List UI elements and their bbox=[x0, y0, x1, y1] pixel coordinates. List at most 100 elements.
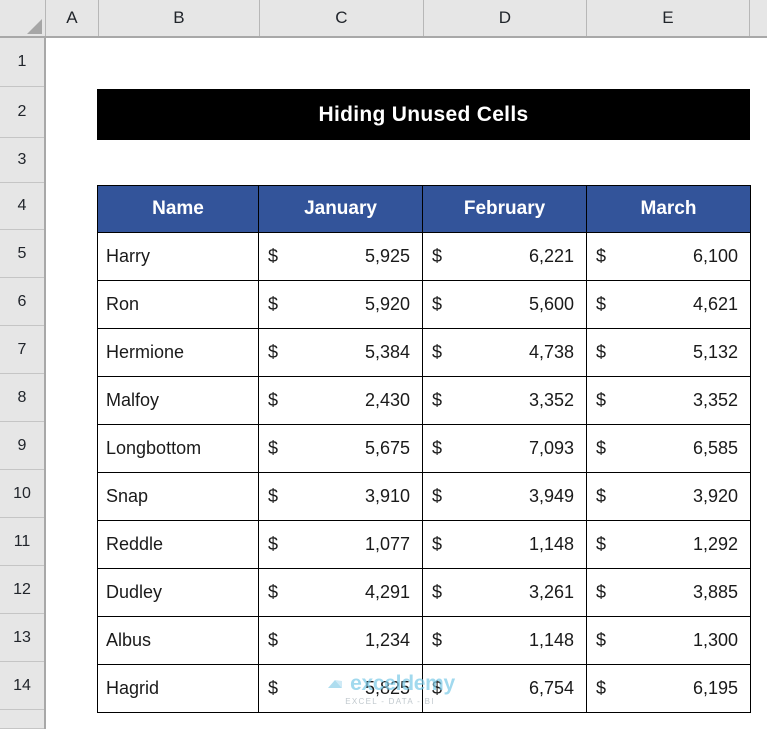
cell-january[interactable]: $5,825 bbox=[258, 664, 423, 713]
cell-name[interactable]: Ron bbox=[97, 280, 259, 329]
cell-january[interactable]: $1,077 bbox=[258, 520, 423, 569]
cell-march[interactable]: $6,100 bbox=[586, 232, 751, 281]
currency-symbol: $ bbox=[432, 246, 443, 266]
currency-symbol: $ bbox=[268, 246, 279, 266]
table-row[interactable]: Snap $3,910 $3,949 $3,920 bbox=[97, 472, 751, 521]
cell-name[interactable]: Hagrid bbox=[97, 664, 259, 713]
cell-january[interactable]: $5,920 bbox=[258, 280, 423, 329]
cell-march[interactable]: $6,585 bbox=[586, 424, 751, 473]
currency-symbol: $ bbox=[596, 678, 607, 698]
currency-symbol: $ bbox=[268, 390, 279, 410]
row-header-3[interactable]: 3 bbox=[0, 138, 44, 183]
amount-value: 3,261 bbox=[528, 582, 574, 602]
currency-symbol: $ bbox=[268, 582, 279, 602]
table-row[interactable]: Longbottom $5,675 $7,093 $6,585 bbox=[97, 424, 751, 473]
column-header-name[interactable]: Name bbox=[97, 185, 259, 233]
column-header-february[interactable]: February bbox=[422, 185, 587, 233]
cell-march[interactable]: $3,885 bbox=[586, 568, 751, 617]
column-header-b[interactable]: B bbox=[99, 0, 260, 36]
cell-january[interactable]: $2,430 bbox=[258, 376, 423, 425]
currency-symbol: $ bbox=[596, 438, 607, 458]
cell-january[interactable]: $5,925 bbox=[258, 232, 423, 281]
cell-march[interactable]: $1,300 bbox=[586, 616, 751, 665]
cell-name[interactable]: Snap bbox=[97, 472, 259, 521]
row-header-13[interactable]: 13 bbox=[0, 614, 44, 662]
cell-february[interactable]: $1,148 bbox=[422, 520, 587, 569]
table-row[interactable]: Reddle $1,077 $1,148 $1,292 bbox=[97, 520, 751, 569]
cell-name[interactable]: Longbottom bbox=[97, 424, 259, 473]
cell-name[interactable]: Malfoy bbox=[97, 376, 259, 425]
column-header-march[interactable]: March bbox=[586, 185, 751, 233]
cell-name[interactable]: Albus bbox=[97, 616, 259, 665]
cell-march[interactable]: $1,292 bbox=[586, 520, 751, 569]
cell-march[interactable]: $6,195 bbox=[586, 664, 751, 713]
cell-march[interactable]: $3,352 bbox=[586, 376, 751, 425]
select-all-button[interactable] bbox=[0, 0, 46, 36]
row-header-5[interactable]: 5 bbox=[0, 230, 44, 278]
spreadsheet-viewport: A B C D E 1 2 3 4 5 6 7 8 9 10 11 12 13 … bbox=[0, 0, 767, 729]
cell-january[interactable]: $1,234 bbox=[258, 616, 423, 665]
cell-february[interactable]: $3,261 bbox=[422, 568, 587, 617]
currency-symbol: $ bbox=[432, 342, 443, 362]
table-row[interactable]: Hermione $5,384 $4,738 $5,132 bbox=[97, 328, 751, 377]
cell-february[interactable]: $6,754 bbox=[422, 664, 587, 713]
amount-value: 1,148 bbox=[528, 630, 574, 650]
amount-value: 5,600 bbox=[528, 294, 574, 314]
cell-february[interactable]: $4,738 bbox=[422, 328, 587, 377]
row-header-11[interactable]: 11 bbox=[0, 518, 44, 566]
title-banner-cell[interactable]: Hiding Unused Cells bbox=[97, 89, 750, 140]
row-header-6[interactable]: 6 bbox=[0, 278, 44, 326]
column-header-a[interactable]: A bbox=[46, 0, 99, 36]
amount-value: 5,825 bbox=[364, 678, 410, 698]
currency-symbol: $ bbox=[596, 294, 607, 314]
amount-value: 1,292 bbox=[692, 534, 738, 554]
cell-january[interactable]: $3,910 bbox=[258, 472, 423, 521]
cell-march[interactable]: $3,920 bbox=[586, 472, 751, 521]
table-row[interactable]: Hagrid $5,825 $6,754 $6,195 bbox=[97, 664, 751, 713]
cell-march[interactable]: $5,132 bbox=[586, 328, 751, 377]
worksheet-canvas[interactable]: Hiding Unused Cells Name January Februar… bbox=[48, 40, 767, 729]
row-header-partial[interactable] bbox=[0, 710, 44, 729]
cell-february[interactable]: $3,352 bbox=[422, 376, 587, 425]
amount-value: 3,352 bbox=[692, 390, 738, 410]
amount-value: 6,100 bbox=[692, 246, 738, 266]
cell-name[interactable]: Hermione bbox=[97, 328, 259, 377]
cell-february[interactable]: $7,093 bbox=[422, 424, 587, 473]
cell-february[interactable]: $1,148 bbox=[422, 616, 587, 665]
amount-value: 4,738 bbox=[528, 342, 574, 362]
row-header-9[interactable]: 9 bbox=[0, 422, 44, 470]
currency-symbol: $ bbox=[268, 678, 279, 698]
row-header-4[interactable]: 4 bbox=[0, 183, 44, 230]
column-header-d[interactable]: D bbox=[424, 0, 587, 36]
table-row[interactable]: Dudley $4,291 $3,261 $3,885 bbox=[97, 568, 751, 617]
data-table[interactable]: Name January February March Harry $5,925… bbox=[97, 185, 751, 713]
cell-name[interactable]: Reddle bbox=[97, 520, 259, 569]
table-body: Harry $5,925 $6,221 $6,100 Ron $5,920 $5… bbox=[97, 232, 751, 713]
column-header-c[interactable]: C bbox=[260, 0, 424, 36]
cell-january[interactable]: $5,384 bbox=[258, 328, 423, 377]
cell-february[interactable]: $6,221 bbox=[422, 232, 587, 281]
column-header-e[interactable]: E bbox=[587, 0, 750, 36]
cell-february[interactable]: $5,600 bbox=[422, 280, 587, 329]
row-header-12[interactable]: 12 bbox=[0, 566, 44, 614]
cell-february[interactable]: $3,949 bbox=[422, 472, 587, 521]
amount-value: 4,621 bbox=[692, 294, 738, 314]
cell-name[interactable]: Dudley bbox=[97, 568, 259, 617]
cell-january[interactable]: $4,291 bbox=[258, 568, 423, 617]
row-header-14[interactable]: 14 bbox=[0, 662, 44, 710]
row-header-8[interactable]: 8 bbox=[0, 374, 44, 422]
row-header-10[interactable]: 10 bbox=[0, 470, 44, 518]
row-header-7[interactable]: 7 bbox=[0, 326, 44, 374]
table-row[interactable]: Malfoy $2,430 $3,352 $3,352 bbox=[97, 376, 751, 425]
amount-value: 3,910 bbox=[364, 486, 410, 506]
cell-name[interactable]: Harry bbox=[97, 232, 259, 281]
row-header-2[interactable]: 2 bbox=[0, 87, 44, 138]
currency-symbol: $ bbox=[268, 438, 279, 458]
table-row[interactable]: Albus $1,234 $1,148 $1,300 bbox=[97, 616, 751, 665]
table-row[interactable]: Harry $5,925 $6,221 $6,100 bbox=[97, 232, 751, 281]
column-header-january[interactable]: January bbox=[258, 185, 423, 233]
cell-march[interactable]: $4,621 bbox=[586, 280, 751, 329]
row-header-1[interactable]: 1 bbox=[0, 38, 44, 87]
table-row[interactable]: Ron $5,920 $5,600 $4,621 bbox=[97, 280, 751, 329]
cell-january[interactable]: $5,675 bbox=[258, 424, 423, 473]
